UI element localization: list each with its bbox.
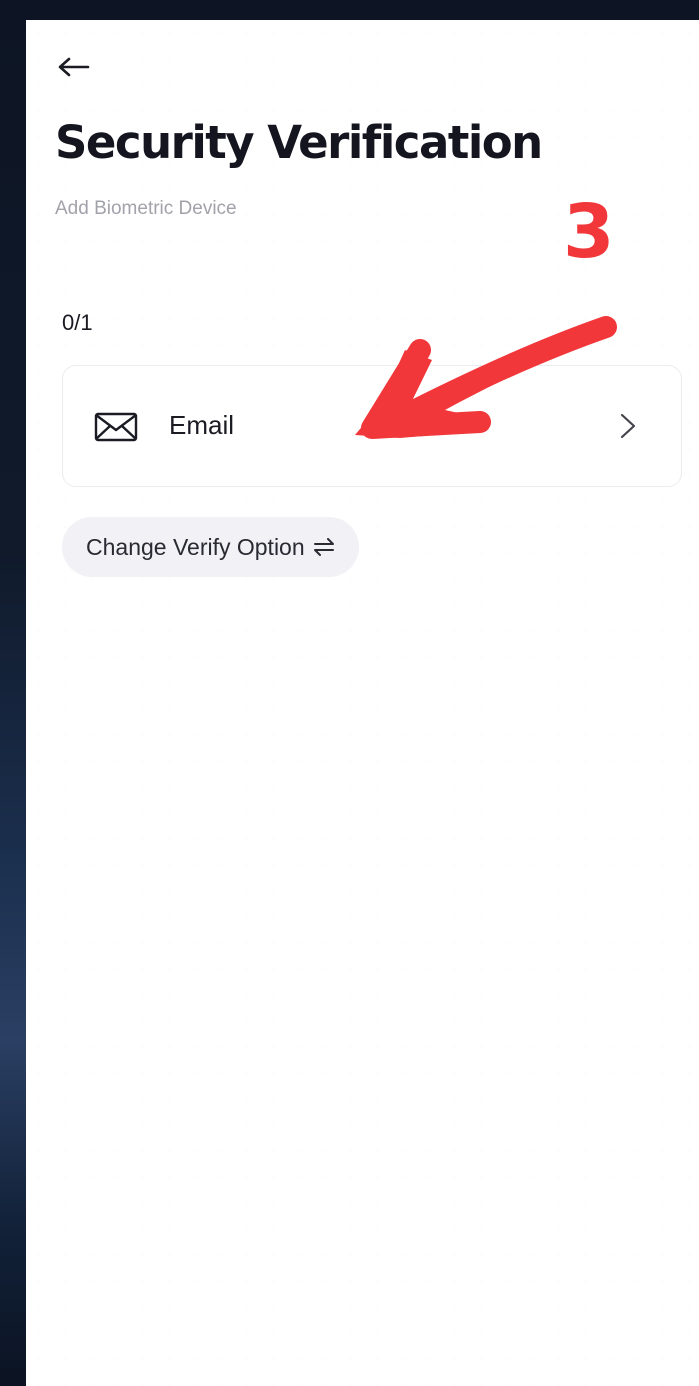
back-button[interactable] — [56, 50, 96, 84]
change-verify-option-label: Change Verify Option — [86, 533, 305, 560]
email-option-button[interactable]: Email — [62, 365, 682, 487]
email-option-label: Email — [169, 410, 235, 440]
page-title: Security Verification — [55, 116, 543, 169]
mail-icon — [94, 412, 138, 442]
step-number-annotation: 3 — [563, 189, 615, 275]
verification-progress: 0/1 — [62, 310, 93, 335]
backdrop-top — [0, 0, 699, 20]
swap-arrows-icon — [313, 538, 334, 556]
chevron-right-icon — [620, 413, 636, 439]
arrow-left-icon — [58, 57, 90, 77]
page-subtitle: Add Biometric Device — [55, 198, 237, 219]
change-verify-option-button[interactable]: Change Verify Option — [62, 517, 359, 577]
backdrop-left — [0, 0, 26, 1386]
